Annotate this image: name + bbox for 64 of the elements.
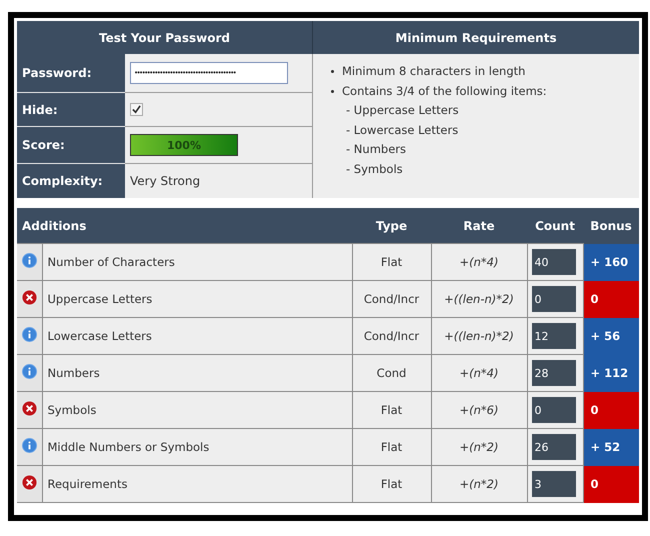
bonus-cell: 0	[583, 392, 639, 428]
bonus-cell: + 52	[583, 428, 639, 466]
requirement-subitem: - Lowercase Letters	[345, 122, 460, 138]
field-label: Hide:	[17, 93, 125, 126]
table-cell: Lowercase Letters	[42, 318, 352, 354]
table-cell: Cond/Incr	[352, 318, 431, 354]
panel-title: Test Your Password	[17, 21, 312, 54]
bullet-icon	[331, 70, 334, 74]
table-cell: Number of Characters	[42, 244, 352, 280]
table-cell: +(n*4)	[431, 244, 527, 280]
requirement-subitem: - Symbols	[345, 160, 404, 178]
requirement-subitem: - Numbers	[345, 141, 407, 158]
column-header: Additions	[17, 208, 352, 244]
table-cell: +(n*6)	[431, 392, 527, 428]
field-label: Password:	[17, 54, 125, 92]
table-cell: Flat	[352, 466, 431, 502]
table-cell: +(n*2)	[431, 466, 527, 502]
count-field: 26	[532, 434, 576, 460]
table-cell: Uppercase Letters	[42, 280, 352, 318]
requirement-text: Minimum 8 characters in length	[342, 63, 526, 80]
info-icon	[22, 364, 37, 379]
requirement-subitem: - Uppercase Letters	[345, 102, 460, 119]
bonus-cell: + 160	[583, 244, 639, 280]
bonus-cell: 0	[583, 280, 639, 318]
column-header: Rate	[431, 208, 527, 244]
info-icon	[22, 253, 37, 268]
hide-checkbox[interactable]	[130, 103, 143, 116]
bullet-icon	[331, 90, 334, 93]
table-cell: Middle Numbers or Symbols	[42, 428, 352, 466]
error-icon	[22, 401, 37, 416]
table-cell: Flat	[352, 428, 431, 466]
table-cell: +((len-n)*2)	[431, 318, 527, 354]
table-cell: +(n*2)	[431, 428, 527, 466]
bonus-cell: 0	[583, 466, 639, 502]
count-field: 0	[532, 397, 576, 423]
field-label: Score:	[17, 127, 125, 163]
count-field: 12	[532, 323, 576, 349]
table-cell: +((len-n)*2)	[431, 280, 527, 318]
column-header: Bonus	[583, 208, 639, 244]
count-field: 3	[532, 471, 576, 497]
table-cell: Flat	[352, 392, 431, 428]
column-header: Type	[352, 208, 431, 244]
count-field: 28	[532, 360, 576, 386]
error-icon	[22, 475, 37, 490]
score-reading: 100%	[166, 138, 202, 154]
info-icon	[22, 327, 37, 342]
column-header: Count	[527, 208, 583, 244]
bonus-cell: + 56	[583, 318, 639, 354]
table-cell: Requirements	[42, 466, 352, 502]
count-field: 40	[532, 249, 576, 275]
panel-title: Minimum Requirements	[312, 21, 639, 54]
bonus-cell: + 112	[583, 354, 639, 392]
error-icon	[22, 290, 37, 305]
table-cell: +(n*4)	[431, 354, 527, 392]
table-cell: Symbols	[42, 392, 352, 428]
info-icon	[22, 438, 37, 453]
count-field: 0	[532, 286, 576, 312]
requirement-text: Contains 3/4 of the following items:	[342, 82, 547, 100]
complexity-value: Very Strong	[125, 164, 312, 198]
table-cell: Cond	[352, 354, 431, 392]
table-cell: Cond/Incr	[352, 280, 431, 318]
field-label: Complexity:	[17, 164, 125, 198]
table-cell: Flat	[352, 244, 431, 280]
table-cell: Numbers	[42, 354, 352, 392]
